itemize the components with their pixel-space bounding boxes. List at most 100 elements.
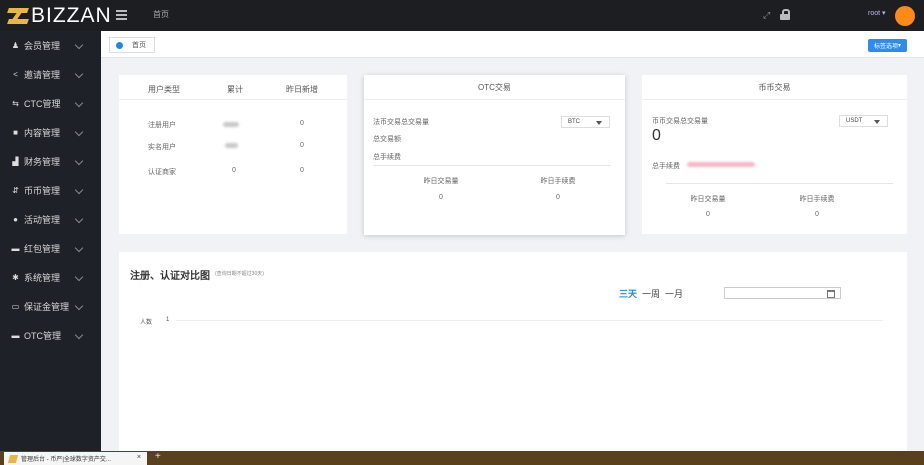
share-icon: < (13, 70, 18, 79)
otc-yesterday-fee-label: 昨日手续费 (540, 178, 576, 185)
otc-yesterday-volume: 0 (439, 194, 443, 201)
divider (666, 183, 893, 184)
sidebar-item-label: 会员管理 (24, 41, 61, 51)
user-menu[interactable]: root ▾ (868, 9, 886, 17)
logo-mark-icon (8, 7, 28, 25)
otc-card-header: OTC交易 (364, 75, 625, 100)
range-one-week[interactable]: 一周 (642, 287, 660, 300)
coin-volume-value: 0 (652, 127, 661, 144)
browser-taskbar: 管理后台 - 币严|全球数字资产交... × + (0, 451, 924, 465)
sidebar-item-label: 邀请管理 (24, 70, 61, 80)
sidebar-item-content[interactable]: ■ 内容管理 (0, 118, 101, 147)
browser-tab-title: 管理后台 - 币严|全球数字资产交... (21, 457, 111, 463)
otc-fee-label: 总手续费 (373, 154, 401, 161)
coin-yesterday-volume-label: 昨日交易量 (690, 196, 726, 203)
chevron-down-icon (74, 272, 84, 282)
calendar-icon (827, 290, 835, 298)
row-yesterday: 0 (300, 142, 304, 149)
range-one-month[interactable]: 一月 (665, 287, 683, 300)
row-total: 0 (232, 167, 236, 174)
coin-yesterday-volume: 0 (706, 211, 710, 218)
chevron-down-icon (74, 156, 84, 166)
range-three-days[interactable]: 三天 (619, 287, 637, 300)
divider (373, 165, 611, 166)
caret-down-icon (874, 120, 880, 124)
sidebar-item-finance[interactable]: ▟ 财务管理 (0, 147, 101, 176)
active-dot-icon (116, 41, 123, 49)
tab-home-label: 首页 (132, 42, 146, 49)
blurred-total (223, 122, 239, 127)
row-yesterday: 0 (300, 120, 304, 127)
sidebar-item-otc[interactable]: ▬ OTC管理 (0, 321, 101, 350)
gear-icon: ✱ (12, 273, 19, 282)
sidebar-item-label: CTC管理 (24, 99, 61, 109)
sidebar-item-ctc[interactable]: ⇆ CTC管理 (0, 89, 101, 118)
y-axis-tick: 1 (166, 317, 170, 323)
blurred-fee (687, 162, 755, 167)
tab-options-label: 标签选项 (873, 44, 898, 50)
sidebar-item-activity[interactable]: ● 活动管理 (0, 205, 101, 234)
sidebar-item-members[interactable]: ♟ 会员管理 (0, 31, 101, 60)
top-bar: BIZZAN 首页 ⤢ root ▾ (0, 0, 924, 31)
coin-volume-label: 币币交易总交易量 (652, 118, 708, 125)
chart-title: 注册、认证对比图 (130, 271, 210, 282)
sidebar-item-label: 红包管理 (24, 244, 61, 254)
favicon-icon (7, 454, 19, 463)
menu-toggle-icon[interactable] (116, 10, 127, 21)
row-type: 认证商家 (148, 169, 176, 176)
content-icon: ■ (13, 128, 18, 137)
lock-icon[interactable] (780, 9, 790, 20)
registration-chart-panel: 注册、认证对比图 (查询日期不超过30天) 三天 一周 一月 人数 1 (119, 252, 907, 451)
otc-card: OTC交易 法币交易总交易量 BTC 总交易额 总手续费 昨日交易量 昨日手续费… (364, 75, 625, 235)
redpacket-icon: ▬ (11, 244, 20, 253)
coin-currency-select[interactable]: USDT (839, 115, 888, 127)
coin-yesterday-fee: 0 (815, 211, 819, 218)
tab-bar: 首页 标签选项 ▾ (101, 31, 924, 58)
sidebar-item-redpacket[interactable]: ▬ 红包管理 (0, 234, 101, 263)
card-icon: ▭ (11, 302, 20, 311)
otc-icon: ▬ (11, 331, 20, 340)
date-range-input[interactable] (724, 287, 841, 299)
sidebar-item-system[interactable]: ✱ 系统管理 (0, 263, 101, 292)
browser-tab[interactable]: 管理后台 - 币严|全球数字资产交... × (4, 452, 147, 465)
sidebar-item-label: 活动管理 (24, 215, 61, 225)
sidebar-item-label: 系统管理 (24, 273, 61, 283)
chart-note: (查询日期不超过30天) (215, 271, 264, 277)
sidebar-item-label: 内容管理 (24, 128, 61, 138)
col-total: 累计 (227, 85, 243, 94)
col-user-type: 用户类型 (148, 85, 180, 94)
coin-card-header: 币币交易 (642, 75, 907, 100)
tab-options-button[interactable]: 标签选项 ▾ (868, 39, 907, 52)
otc-yesterday-fee: 0 (556, 194, 560, 201)
chevron-down-icon (74, 40, 84, 50)
fullscreen-icon[interactable]: ⤢ (763, 10, 773, 20)
avatar[interactable] (895, 6, 915, 26)
coin-fee-label: 总手续费 (652, 163, 680, 170)
chevron-down-icon (74, 98, 84, 108)
tab-home[interactable]: 首页 (109, 37, 155, 53)
sidebar-item-invite[interactable]: < 邀请管理 (0, 60, 101, 89)
chevron-down-icon (74, 330, 84, 340)
top-home-link[interactable]: 首页 (153, 9, 169, 20)
sidebar-item-label: OTC管理 (24, 331, 61, 341)
otc-card-title: OTC交易 (478, 83, 511, 92)
sidebar-item-deposit[interactable]: ▭ 保证金管理 (0, 292, 101, 321)
users-icon: ♟ (11, 41, 20, 50)
coin-yesterday-fee-label: 昨日手续费 (799, 196, 835, 203)
logo[interactable]: BIZZAN (8, 4, 112, 27)
exchange-icon: ⇆ (12, 99, 19, 108)
logo-text: BIZZAN (31, 4, 112, 27)
chart-gridline (176, 320, 883, 321)
sidebar-item-label: 币币管理 (24, 186, 61, 196)
row-yesterday: 0 (300, 167, 304, 174)
sidebar: ♟ 会员管理 < 邀请管理 ⇆ CTC管理 ■ 内容管理 ▟ 财务管理 ⇵ 币币管理 ● 活动… (0, 31, 101, 451)
coin-currency-value: USDT (846, 118, 863, 124)
new-tab-button[interactable]: + (155, 451, 161, 462)
chevron-down-icon (74, 69, 84, 79)
sidebar-item-coin[interactable]: ⇵ 币币管理 (0, 176, 101, 205)
sidebar-item-label: 保证金管理 (24, 302, 70, 312)
close-tab-icon[interactable]: × (137, 454, 141, 461)
otc-currency-select[interactable]: BTC (561, 116, 610, 128)
row-type: 注册用户 (148, 122, 176, 129)
user-stats-header: 用户类型 累计 昨日新增 (119, 75, 347, 100)
